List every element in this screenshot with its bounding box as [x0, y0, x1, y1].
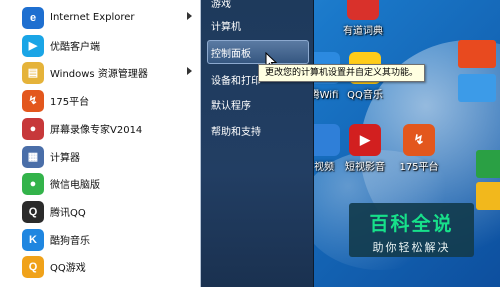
menu-item-label: 屏幕录像专家V2014 [50, 125, 143, 136]
start-menu-programs-pane: e Internet Explorer ▶ 优酷客户端 ▤ Windows 资源… [0, 0, 201, 287]
windows-flag-yellow [476, 182, 500, 210]
baike-watermark: 百科全说 助你轻松解决 [349, 203, 474, 257]
qq-icon: Q [22, 200, 44, 223]
menu-item-label: 酷狗音乐 [50, 236, 90, 247]
youdao-icon [347, 0, 379, 20]
submenu-arrow-icon [187, 12, 192, 20]
175-icon: ↯ [22, 89, 44, 112]
menu-item-label: Windows 资源管理器 [50, 69, 148, 80]
wechat-icon: ● [22, 172, 44, 195]
menu-item-computer[interactable]: 计算机 [211, 18, 241, 33]
youku-icon: ▶ [22, 34, 44, 57]
desktop-icon-label: QQ音乐 [347, 90, 383, 101]
menu-item-calculator[interactable]: ▦ 计算器 [0, 143, 200, 170]
menu-item-youku[interactable]: ▶ 优酷客户端 [0, 32, 200, 59]
menu-item-control-panel[interactable]: 控制面板 [211, 45, 251, 60]
desktop-icon-media-player[interactable]: ▶ 短视影音 [337, 124, 393, 173]
menu-item-label: 175平台 [50, 97, 90, 108]
desktop-icon-youdao[interactable]: 有道词典 [335, 0, 391, 37]
menu-item-devices-printers[interactable]: 设备和打印 [211, 72, 261, 87]
ie-icon: e [22, 6, 44, 29]
desktop-icon-label: 有道词典 [343, 26, 383, 37]
menu-item-label: 微信电脑版 [50, 180, 100, 191]
windows-flag-blue [458, 74, 496, 102]
menu-item-label: 计算器 [50, 153, 80, 164]
screen-recorder-icon: ● [22, 117, 44, 140]
start-menu-places-pane: 游戏 计算机 控制面板 设备和打印 默认程序 帮助和支持 [201, 0, 314, 287]
media-player-icon: ▶ [349, 124, 381, 156]
175-desktop-icon: ↯ [403, 124, 435, 156]
menu-item-windows-explorer[interactable]: ▤ Windows 资源管理器 [0, 59, 200, 86]
calculator-icon: ▦ [22, 145, 44, 168]
control-panel-tooltip: 更改您的计算机设置并自定义其功能。 [258, 64, 426, 82]
desktop-icon-label: 短视影音 [345, 162, 385, 173]
menu-item-label: 腾讯QQ [50, 208, 86, 219]
menu-item-wechat[interactable]: ● 微信电脑版 [0, 170, 200, 197]
qq-game-icon: Q [22, 255, 44, 278]
menu-item-help-support[interactable]: 帮助和支持 [211, 123, 261, 138]
windows-flag-green [476, 150, 500, 178]
menu-item-screen-recorder[interactable]: ● 屏幕录像专家V2014 [0, 115, 200, 142]
menu-item-kugou[interactable]: K 酷狗音乐 [0, 226, 200, 253]
menu-item-label: 优酷客户端 [50, 42, 100, 53]
kugou-icon: K [22, 228, 44, 251]
menu-item-games[interactable]: 游戏 [211, 0, 231, 10]
watermark-subtitle: 助你轻松解决 [372, 241, 451, 254]
watermark-title: 百科全说 [369, 213, 454, 235]
menu-item-label: QQ游戏 [50, 263, 86, 274]
menu-item-175[interactable]: ↯ 175平台 [0, 87, 200, 114]
menu-item-label: Internet Explorer [50, 12, 135, 23]
menu-item-qq[interactable]: Q 腾讯QQ [0, 198, 200, 225]
windows-flag-red [458, 40, 496, 68]
menu-item-internet-explorer[interactable]: e Internet Explorer [0, 4, 200, 31]
desktop-icon-175[interactable]: ↯ 175平台 [391, 124, 447, 173]
desktop-icon-label: 175平台 [399, 162, 439, 173]
submenu-arrow-icon [187, 67, 192, 75]
menu-item-default-programs[interactable]: 默认程序 [211, 97, 251, 112]
explorer-folder-icon: ▤ [22, 61, 44, 84]
menu-item-qq-game[interactable]: Q QQ游戏 [0, 253, 200, 280]
